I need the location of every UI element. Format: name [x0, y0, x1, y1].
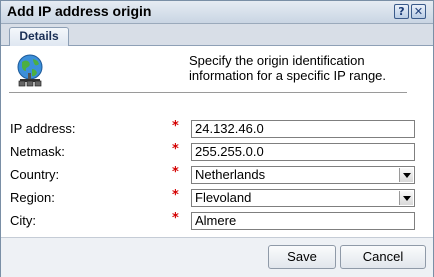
netmask-row: Netmask: * 255.255.0.0	[1, 142, 433, 162]
city-label: City:	[10, 213, 36, 228]
ip-address-input[interactable]: 24.132.46.0	[191, 120, 415, 138]
required-marker: *	[172, 119, 179, 134]
region-label: Region:	[10, 190, 55, 205]
netmask-input[interactable]: 255.255.0.0	[191, 143, 415, 161]
country-select[interactable]: Netherlands	[191, 166, 415, 184]
required-marker: *	[172, 142, 179, 157]
ip-address-row: IP address: * 24.132.46.0	[1, 119, 433, 139]
network-globe-icon	[17, 54, 43, 87]
save-button[interactable]: Save	[268, 245, 336, 269]
close-icon[interactable]: ✕	[411, 4, 426, 19]
dialog-title: Add IP address origin	[7, 3, 152, 19]
country-label: Country:	[10, 167, 60, 182]
cancel-button[interactable]: Cancel	[340, 245, 426, 269]
region-row: Region: * Flevoland	[1, 188, 433, 208]
tab-details[interactable]: Details	[9, 27, 69, 46]
help-icon[interactable]: ?	[394, 4, 409, 19]
tab-strip: Details	[1, 24, 433, 46]
country-select-value: Netherlands	[195, 167, 266, 182]
required-marker: *	[172, 188, 179, 203]
city-row: City: * Almere	[1, 211, 433, 231]
divider	[9, 92, 407, 93]
dialog-footer: Save Cancel	[1, 237, 433, 277]
add-ip-origin-dialog: Add IP address origin ? ✕ Details Specif…	[0, 0, 434, 277]
ip-address-label: IP address:	[10, 121, 76, 136]
city-input[interactable]: Almere	[191, 212, 415, 230]
chevron-down-icon[interactable]	[399, 168, 413, 182]
region-select[interactable]: Flevoland	[191, 189, 415, 207]
netmask-label: Netmask:	[10, 144, 65, 159]
required-marker: *	[172, 165, 179, 180]
intro-text: Specify the origin identification inform…	[189, 53, 387, 83]
country-row: Country: * Netherlands	[1, 165, 433, 185]
required-marker: *	[172, 211, 179, 226]
region-select-value: Flevoland	[195, 190, 252, 205]
chevron-down-icon[interactable]	[399, 191, 413, 205]
title-bar: Add IP address origin ? ✕	[1, 1, 433, 24]
details-panel: Specify the origin identification inform…	[1, 46, 433, 237]
